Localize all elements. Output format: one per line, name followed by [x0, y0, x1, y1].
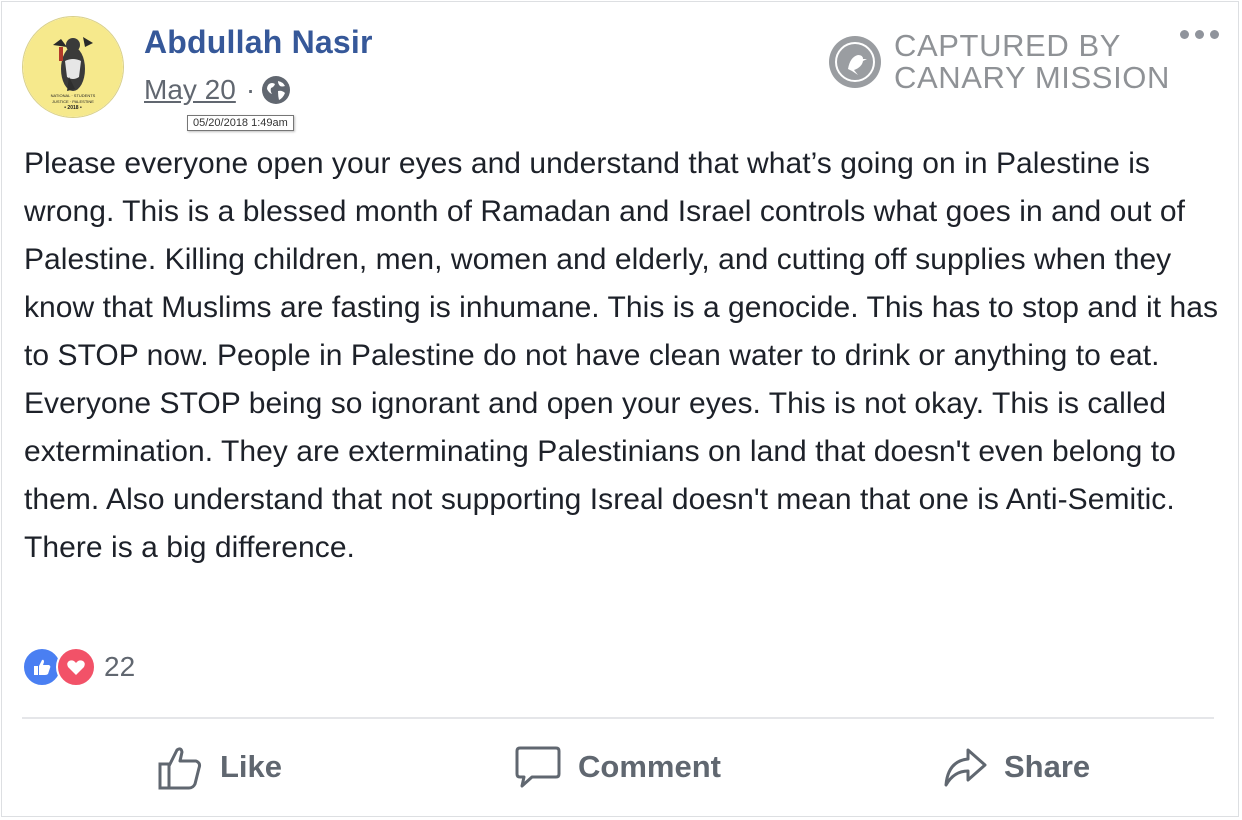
- watermark-line1: CAPTURED BY: [894, 28, 1122, 63]
- dot-icon: [1180, 30, 1189, 39]
- reaction-count: 22: [104, 651, 136, 682]
- like-label: Like: [220, 749, 283, 784]
- watermark-line2: CANARY MISSION: [894, 60, 1170, 95]
- meta-separator: ·: [245, 74, 256, 105]
- watermark: CAPTURED BY CANARY MISSION: [828, 30, 1170, 94]
- author-name[interactable]: Abdullah Nasir: [144, 24, 373, 61]
- share-label: Share: [1004, 749, 1091, 784]
- svg-text:JUSTICE · PALESTINE: JUSTICE · PALESTINE: [52, 99, 94, 104]
- divider: [22, 717, 1214, 719]
- dot-icon: [1210, 30, 1219, 39]
- post-card: NATIONAL · STUDENTS JUSTICE · PALESTINE …: [1, 1, 1239, 817]
- svg-text:• 2018 •: • 2018 •: [64, 105, 82, 111]
- post-body: Please everyone open your eyes and under…: [24, 147, 1219, 564]
- avatar[interactable]: NATIONAL · STUDENTS JUSTICE · PALESTINE …: [22, 16, 124, 118]
- comment-button[interactable]: Comment: [514, 744, 721, 790]
- comment-icon: [515, 746, 561, 788]
- dot-icon: [1195, 30, 1204, 39]
- post-meta: May 20 ·: [144, 74, 291, 106]
- thumbs-up-icon: [158, 747, 202, 790]
- share-button[interactable]: Share: [942, 744, 1090, 790]
- share-icon: [944, 748, 987, 787]
- timestamp-tooltip: 05/20/2018 1:49am: [187, 115, 294, 131]
- avatar-logo: NATIONAL · STUDENTS JUSTICE · PALESTINE …: [23, 17, 123, 117]
- globe-icon[interactable]: [261, 75, 291, 105]
- comment-label: Comment: [578, 749, 721, 784]
- post-date[interactable]: May 20: [144, 74, 236, 106]
- svg-text:NATIONAL · STUDENTS: NATIONAL · STUDENTS: [51, 93, 96, 98]
- reactions-summary[interactable]: 22: [22, 647, 135, 687]
- more-options-icon[interactable]: [1180, 30, 1219, 39]
- love-reaction-icon: [56, 647, 96, 687]
- canary-logo-icon: [829, 36, 881, 88]
- like-button[interactable]: Like: [158, 744, 282, 790]
